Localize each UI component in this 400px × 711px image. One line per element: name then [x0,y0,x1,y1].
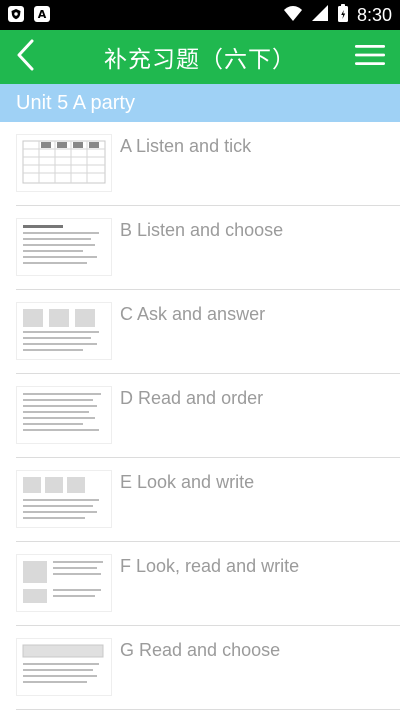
chevron-left-icon [14,39,38,75]
worksheet-thumbnail [16,554,112,612]
item-label: A Listen and tick [120,136,252,156]
battery-icon [337,3,349,27]
list-item[interactable]: B Listen and choose [16,206,400,290]
item-label: D Read and order [120,388,264,408]
status-bar: A 8:30 [0,0,400,30]
worksheet-thumbnail [16,302,112,360]
exercise-list: A Listen and tick B Listen and choose C … [0,122,400,710]
item-label: F Look, read and write [120,556,300,576]
shield-icon [8,6,24,22]
worksheet-thumbnail [16,470,112,528]
list-item[interactable]: F Look, read and write [16,542,400,626]
worksheet-thumbnail [16,218,112,276]
unit-header: Unit 5 A party [0,84,400,122]
worksheet-thumbnail [16,638,112,696]
signal-icon [311,4,329,26]
list-item[interactable]: A Listen and tick [16,122,400,206]
list-item[interactable]: C Ask and answer [16,290,400,374]
a-icon-label: A [37,7,47,21]
a-icon: A [34,6,50,22]
worksheet-thumbnail [16,134,112,192]
status-left-icons: A [8,6,50,22]
wifi-icon [283,4,303,26]
unit-title: Unit 5 A party [16,91,135,114]
status-right-icons: 8:30 [283,0,392,30]
page-title: 补充习题（六下） [104,47,296,73]
menu-button[interactable] [348,37,392,77]
list-item[interactable]: D Read and order [16,374,400,458]
app-bar: 补充习题（六下） [0,30,400,84]
worksheet-thumbnail [16,386,112,444]
list-item[interactable]: E Look and write [16,458,400,542]
item-label: C Ask and answer [120,304,266,324]
back-button[interactable] [6,37,46,77]
item-label: G Read and choose [120,640,281,660]
item-label: E Look and write [120,472,255,492]
list-item[interactable]: G Read and choose [16,626,400,710]
item-label: B Listen and choose [120,220,284,240]
menu-icon [355,43,385,71]
status-time: 8:30 [356,4,392,25]
